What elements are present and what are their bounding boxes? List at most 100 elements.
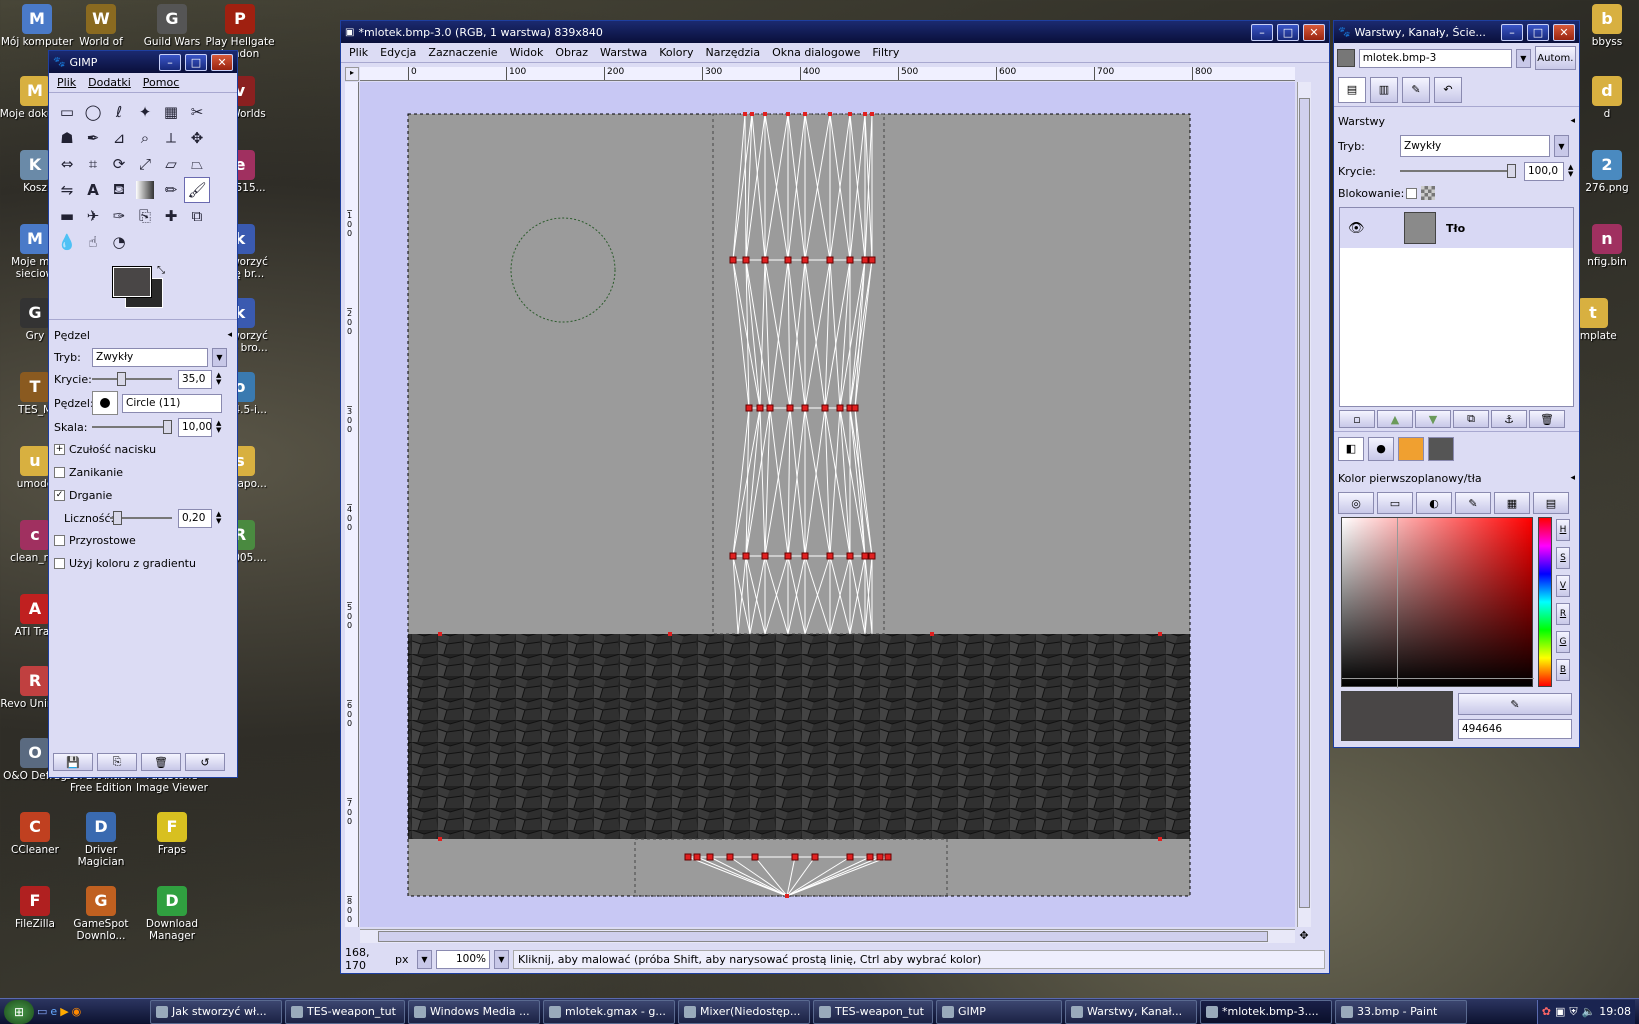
taskbar-button[interactable]: 33.bmp - Paint — [1335, 999, 1467, 1024]
taskbar-button[interactable]: Mixer(Niedostęp... — [678, 999, 810, 1024]
layer-opacity-spinner[interactable]: ▲ ▼ — [1568, 164, 1573, 178]
lock-alpha-checkbox[interactable] — [1406, 187, 1417, 199]
cmyk-tab[interactable]: ▭ — [1377, 492, 1413, 514]
reset-options-button[interactable]: ↺ — [185, 753, 225, 771]
channel-button-s[interactable]: S — [1556, 547, 1570, 569]
new-layer-button[interactable]: ▫ — [1339, 410, 1375, 428]
checkbox[interactable] — [54, 558, 65, 569]
minimize-button[interactable]: – — [159, 53, 181, 71]
taskbar-button[interactable]: Windows Media ... — [408, 999, 540, 1024]
hex-field[interactable]: 494646 — [1458, 719, 1572, 739]
horizontal-scrollbar[interactable] — [360, 929, 1295, 943]
eye-icon[interactable]: 👁 — [1348, 221, 1376, 236]
unit-select[interactable]: px — [395, 953, 413, 966]
auto-button[interactable]: Autom. — [1534, 46, 1576, 70]
tab-gradients[interactable] — [1428, 436, 1454, 461]
scale-slider-knob[interactable] — [163, 420, 172, 434]
amount-spinner[interactable]: ▲ ▼ — [216, 511, 221, 525]
taskbar-button[interactable]: GIMP — [936, 999, 1062, 1024]
move-icon[interactable]: ✥ — [184, 125, 210, 151]
canvas-area[interactable] — [360, 82, 1295, 927]
channel-button-r[interactable]: R — [1556, 603, 1570, 625]
tab-menu-icon[interactable]: ◂ — [1570, 473, 1575, 483]
opacity-spinner[interactable]: ▲ ▼ — [216, 372, 221, 386]
opacity-slider[interactable] — [92, 372, 172, 386]
lasso-icon[interactable]: ℓ — [106, 99, 132, 125]
chevron-down-icon[interactable]: ▼ — [494, 949, 509, 969]
blur-icon[interactable]: 💧 — [54, 229, 80, 255]
anchor-layer-button[interactable]: ⚓ — [1491, 410, 1527, 428]
pencil-icon[interactable]: ✏ — [158, 177, 184, 203]
desktop-icon[interactable]: D Download Manager — [132, 886, 212, 942]
close-button[interactable]: ✕ — [1553, 23, 1575, 41]
tab-channels[interactable]: ▥ — [1370, 76, 1398, 103]
scales-tab[interactable]: ▦ — [1494, 492, 1530, 514]
taskbar-button[interactable]: TES-weapon_tut — [285, 999, 405, 1024]
delete-layer-button[interactable]: 🗑 — [1529, 410, 1565, 428]
scale-spinner[interactable]: ▲ ▼ — [216, 420, 221, 434]
tab-paths[interactable]: ✎ — [1402, 76, 1430, 103]
opacity-slider-knob[interactable] — [116, 372, 126, 386]
show-desktop-icon[interactable]: ▭ — [37, 1005, 47, 1018]
taskbar-button[interactable]: Warstwy, Kanał... — [1065, 999, 1197, 1024]
taskbar-button[interactable]: *mlotek.bmp-3.... — [1200, 999, 1332, 1024]
delete-options-button[interactable]: 🗑 — [141, 753, 181, 771]
layer-row-tlo[interactable]: 👁 Tło — [1340, 208, 1573, 248]
select-by-color-icon[interactable]: ▦ — [158, 99, 184, 125]
start-button[interactable]: ⊞ — [4, 999, 34, 1024]
close-button[interactable]: ✕ — [1303, 23, 1325, 41]
menu-item-2[interactable]: Pomoc — [143, 76, 179, 89]
zoom-select[interactable]: 100% — [436, 949, 490, 969]
desktop-icon[interactable]: W World of — [61, 4, 141, 48]
foreground-color-swatch[interactable] — [112, 266, 152, 298]
menu-item-8[interactable]: Okna dialogowe — [772, 46, 860, 59]
amount-value-field[interactable]: 0,20 — [178, 508, 212, 528]
restore-options-button[interactable]: ⎘ — [97, 753, 137, 771]
maximize-button[interactable]: □ — [1527, 23, 1549, 41]
eraser-icon[interactable]: ▬ — [54, 203, 80, 229]
heal-icon[interactable]: ✚ — [158, 203, 184, 229]
chevron-down-icon[interactable]: ▼ — [1515, 48, 1531, 68]
minimize-button[interactable]: – — [1251, 23, 1273, 41]
zoom-icon[interactable]: ⌕ — [132, 125, 158, 151]
chevron-down-icon[interactable]: ▼ — [1554, 135, 1569, 157]
mode-select[interactable]: Zwykły — [92, 347, 208, 367]
checkbox[interactable] — [54, 535, 65, 546]
duplicate-layer-button[interactable]: ⧉ — [1453, 410, 1489, 428]
chevron-down-icon[interactable]: ▼ — [212, 347, 227, 367]
tab-fg-bg[interactable]: ◧ — [1338, 436, 1364, 461]
amount-slider[interactable] — [110, 511, 172, 525]
menu-item-5[interactable]: Warstwa — [600, 46, 647, 59]
vertical-scroll-thumb[interactable] — [1299, 98, 1310, 908]
menu-item-7[interactable]: Narzędzia — [705, 46, 760, 59]
scissors-icon[interactable]: ✂ — [184, 99, 210, 125]
rect-select-icon[interactable]: ▭ — [54, 99, 80, 125]
menu-item-3[interactable]: Widok — [510, 46, 544, 59]
paths-icon[interactable]: ✒ — [80, 125, 106, 151]
tray-volume-icon[interactable]: 🔈 — [1582, 1005, 1596, 1018]
tab-layers[interactable]: ▤ — [1338, 76, 1366, 103]
watercolor-tab[interactable]: ✎ — [1455, 492, 1491, 514]
option-row[interactable]: Zanikanie — [54, 461, 232, 484]
color-picker-icon[interactable]: ⊿ — [106, 125, 132, 151]
channel-button-g[interactable]: G — [1556, 631, 1570, 653]
image-select[interactable]: mlotek.bmp-3 — [1358, 48, 1512, 68]
channel-button-b[interactable]: B — [1556, 659, 1570, 681]
color-scales-tab[interactable]: ◎ — [1338, 492, 1374, 514]
palette-tab[interactable]: ▤ — [1533, 492, 1569, 514]
shear-icon[interactable]: ▱ — [158, 151, 184, 177]
rotate-icon[interactable]: ⟳ — [106, 151, 132, 177]
taskbar-button[interactable]: TES-weapon_tut — [813, 999, 933, 1024]
option-row[interactable]: Przyrostowe — [54, 529, 232, 552]
tab-patterns[interactable] — [1398, 436, 1424, 461]
checkbox[interactable] — [54, 467, 65, 478]
lower-layer-button[interactable]: ▼ — [1415, 410, 1451, 428]
taskbar-button[interactable]: Jak stworzyć wł... — [150, 999, 282, 1024]
scale-icon[interactable]: ⤢ — [132, 151, 158, 177]
foreground-select-icon[interactable]: ☗ — [54, 125, 80, 151]
desktop-icon[interactable]: G GameSpot Downlo... — [61, 886, 141, 942]
maximize-button[interactable]: □ — [1277, 23, 1299, 41]
perspective-clone-icon[interactable]: ⧉ — [184, 203, 210, 229]
scale-slider[interactable] — [92, 420, 172, 434]
color-picker-button[interactable]: ✎ — [1458, 693, 1572, 715]
